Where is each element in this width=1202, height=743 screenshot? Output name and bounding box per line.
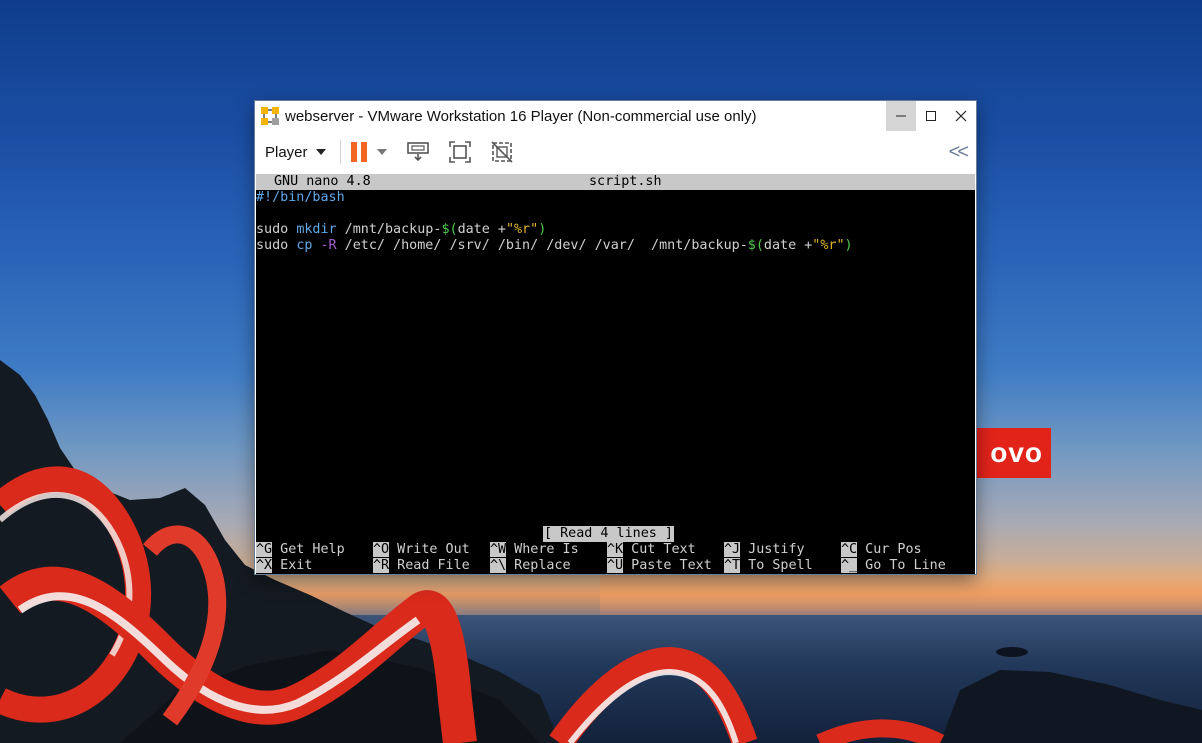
lenovo-badge: ovo [976, 428, 1051, 478]
code-line-3: sudo mkdir /mnt/backup-$(date +"%r") [256, 222, 547, 237]
shortcut-row-1: ^G Get Help ^O Write Out ^W Where Is ^K … [256, 542, 975, 558]
power-options-dropdown-icon[interactable] [376, 149, 387, 155]
shortcut-write-out[interactable]: ^O Write Out [373, 542, 470, 558]
shortcut-get-help[interactable]: ^G Get Help [256, 542, 345, 558]
title-bar[interactable]: webserver - VMware Workstation 16 Player… [255, 101, 976, 131]
code-line-4: sudo cp -R /etc/ /home/ /srv/ /bin/ /dev… [256, 238, 853, 253]
player-menu-button[interactable]: Player [265, 144, 326, 161]
vmware-window[interactable]: webserver - VMware Workstation 16 Player… [255, 101, 976, 574]
code-line-1: #!/bin/bash [256, 190, 345, 205]
shortcut-justify[interactable]: ^J Justify [724, 542, 805, 558]
collapse-toolbar-icon[interactable]: << [949, 141, 969, 164]
shortcut-cut-text[interactable]: ^K Cut Text [607, 542, 696, 558]
close-icon[interactable] [946, 101, 976, 131]
nano-shortcut-bar: ^G Get Help ^O Write Out ^W Where Is ^K … [256, 542, 975, 574]
chevron-down-icon [315, 149, 326, 155]
nano-version: GNU nano 4.8 [274, 174, 371, 189]
toolbar: Player << [255, 131, 976, 173]
guest-console[interactable]: GNU nano 4.8 script.sh #!/bin/bash sudo m… [256, 174, 975, 574]
shortcut-go-to-line[interactable]: ^_ Go To Line [841, 558, 946, 574]
window-title: webserver - VMware Workstation 16 Player… [285, 107, 757, 125]
shortcut-cur-pos[interactable]: ^C Cur Pos [841, 542, 922, 558]
shortcut-replace[interactable]: ^\ Replace [490, 558, 571, 574]
send-ctrl-alt-del-icon[interactable] [405, 139, 431, 165]
maximize-icon[interactable] [916, 101, 946, 131]
shortcut-read-file[interactable]: ^R Read File [373, 558, 470, 574]
fullscreen-icon[interactable] [447, 139, 473, 165]
minimize-icon[interactable] [886, 101, 916, 131]
pause-icon[interactable] [350, 141, 367, 163]
unity-icon[interactable] [489, 139, 515, 165]
nano-filename: script.sh [589, 174, 662, 189]
shortcut-paste-text[interactable]: ^U Paste Text [607, 558, 712, 574]
toolbar-divider [339, 140, 341, 164]
nano-title-bar: GNU nano 4.8 script.sh [256, 174, 975, 190]
shortcut-row-2: ^X Exit ^R Read File ^\ Replace ^U Paste… [256, 558, 975, 574]
player-menu-label: Player [265, 143, 308, 161]
shortcut-exit[interactable]: ^X Exit [256, 558, 312, 574]
shortcut-to-spell[interactable]: ^T To Spell [724, 558, 813, 574]
nano-status-message: [ Read 4 lines ] [543, 526, 674, 542]
shortcut-where-is[interactable]: ^W Where Is [490, 542, 579, 558]
vmware-app-icon [260, 106, 280, 126]
